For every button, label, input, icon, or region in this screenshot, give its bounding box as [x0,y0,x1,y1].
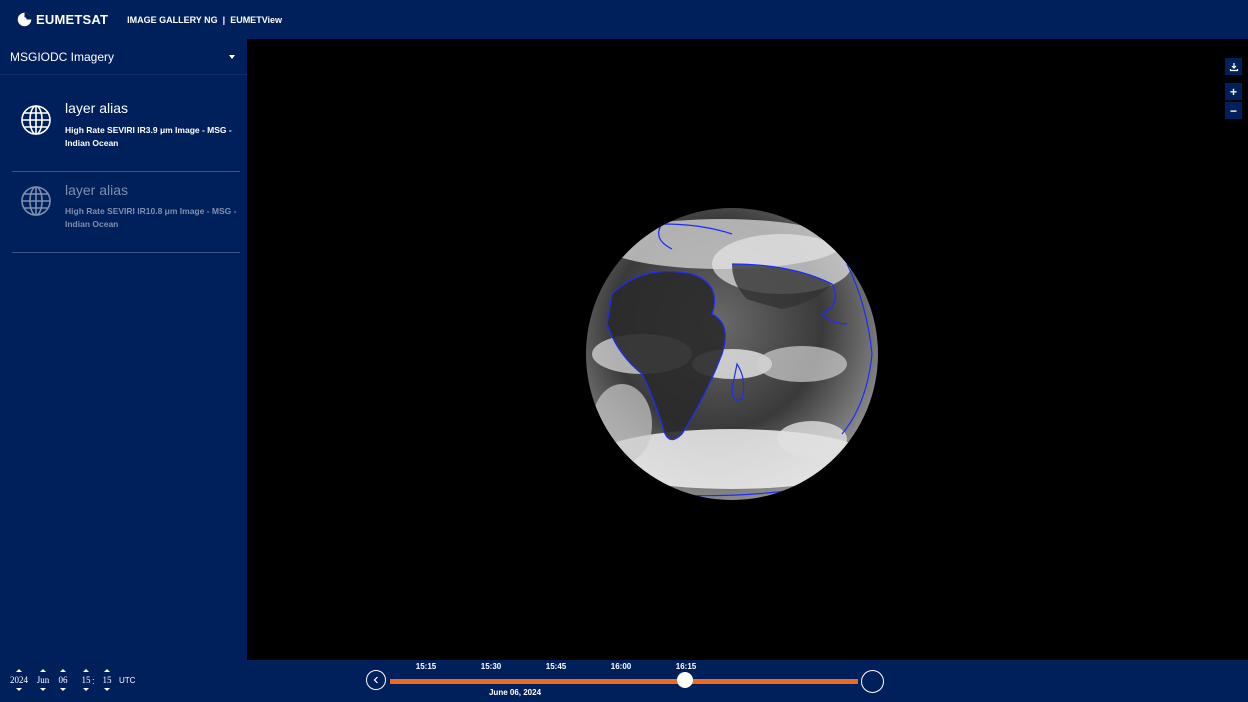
download-icon [1229,62,1238,71]
zoom-out-button[interactable]: − [1225,102,1242,119]
layer-item-ir108[interactable]: layer alias High Rate SEVIRI IR10.8 μm I… [12,172,240,253]
globe-icon [21,105,51,135]
time-separator: : [92,676,95,686]
layer-description: High Rate SEVIRI IR10.8 μm Image - MSG -… [65,206,237,229]
timeline-tick: 16:00 [610,662,632,671]
timeline-date: June 06, 2024 [488,688,542,697]
top-nav: IMAGE GALLERY NG | EUMETView [127,15,282,25]
layer-alias: layer alias [65,100,129,116]
timeline-track[interactable] [390,679,858,684]
chevron-down-icon[interactable] [229,54,235,59]
timeline-tick: 15:15 [415,662,437,671]
chevron-down-icon[interactable] [104,688,110,691]
top-bar: EUMETSAT IMAGE GALLERY NG | EUMETView [0,0,1248,39]
eumetsat-logo[interactable]: EUMETSAT [17,12,108,27]
chevron-down-icon[interactable] [40,688,46,691]
year-value: 2024 [10,675,28,685]
eumetsat-logo-icon [17,12,32,27]
timeline-prev-button[interactable] [366,670,386,690]
timeline-next-button[interactable] [861,670,884,693]
layer-item-ir39[interactable]: layer alias High Rate SEVIRI IR3.9 μm Im… [12,75,240,172]
minute-value: 15 [102,675,112,685]
chevron-down-icon[interactable] [16,688,22,691]
timeline-tick: 16:15 [675,662,697,671]
sidebar: MSGIODC Imagery layer alias High Rate SE… [0,39,247,660]
collection-selector[interactable]: MSGIODC Imagery [0,39,247,75]
satellite-earth-image [586,208,878,500]
timezone-label: UTC [119,676,136,685]
chevron-down-icon[interactable] [83,688,89,691]
month-stepper[interactable]: Jun [33,669,53,691]
day-stepper[interactable]: 06 [53,669,73,691]
minute-stepper[interactable]: 15 [97,669,117,691]
chevron-left-icon [373,676,378,684]
layer-description: High Rate SEVIRI IR3.9 μm Image - MSG - … [65,125,232,148]
collection-title: MSGIODC Imagery [10,49,115,64]
layer-alias: layer alias [65,182,129,198]
nav-image-gallery[interactable]: IMAGE GALLERY NG [127,15,218,25]
map-viewer[interactable]: + − [247,39,1248,660]
download-button[interactable] [1225,58,1242,75]
zoom-in-button[interactable]: + [1225,83,1242,100]
nav-separator: | [222,14,226,25]
nav-eumetview[interactable]: EUMETView [230,15,282,25]
timeline-tick: 15:30 [480,662,502,671]
brand-name: EUMETSAT [36,12,109,27]
bottom-bar: 2024 Jun 06 15 : 15 UTC 15:15 15:30 15:4… [0,660,1248,702]
chevron-down-icon[interactable] [60,688,66,691]
globe-icon [21,186,51,216]
timeline-slider-handle[interactable] [677,672,693,688]
year-stepper[interactable]: 2024 [9,669,29,691]
month-value: Jun [36,675,50,685]
day-value: 06 [58,675,68,685]
timeline-tick: 15:45 [545,662,567,671]
